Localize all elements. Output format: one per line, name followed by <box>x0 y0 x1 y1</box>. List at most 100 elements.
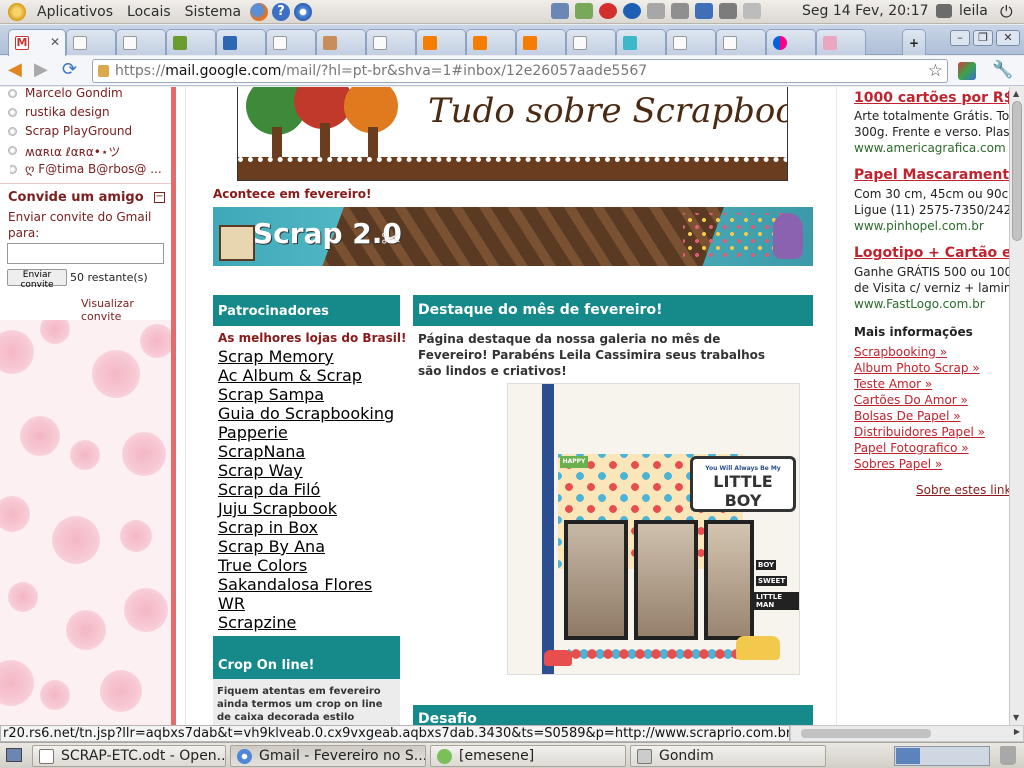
send-invite-button[interactable]: Enviar convite <box>7 269 67 290</box>
menu-sistema[interactable]: Sistema <box>178 4 248 20</box>
address-bar[interactable]: https://mail.google.com/mail/?hl=pt-br&s… <box>92 59 948 83</box>
chromium-launcher-icon[interactable] <box>294 2 313 21</box>
more-info-link[interactable]: Album Photo Scrap » <box>854 361 980 375</box>
scroll-down-icon[interactable]: ▼ <box>1013 713 1019 722</box>
taskbar-item-emesene[interactable]: [emesene] <box>430 745 626 767</box>
scroll-right-icon[interactable]: ▶ <box>1014 727 1020 736</box>
follower-item[interactable]: Scrap PlayGround <box>7 124 132 138</box>
sponsor-link[interactable]: Papperie <box>218 423 288 442</box>
maximize-window-button[interactable]: ❐ <box>973 30 993 46</box>
panel-username[interactable]: leila <box>959 3 988 19</box>
tab-site[interactable] <box>316 29 366 55</box>
wrench-menu-icon[interactable]: 🔧 <box>992 60 1013 80</box>
sponsor-link[interactable]: Ac Album & Scrap <box>218 366 362 385</box>
follower-item[interactable]: Marcelo Gondim <box>8 87 123 100</box>
sponsor-link[interactable]: True Colors <box>218 556 307 575</box>
invite-email-input[interactable] <box>7 243 164 264</box>
contacts-icon[interactable] <box>575 3 593 19</box>
sponsor-link[interactable]: Sakandalosa Flores <box>218 575 372 594</box>
sponsor-link[interactable]: Scrap By Ana <box>218 537 325 556</box>
more-info-link[interactable]: Teste Amor » <box>854 377 932 391</box>
ad-title[interactable]: Papel Mascaramento Br <box>854 167 1009 183</box>
scrollbar-thumb[interactable] <box>1012 101 1022 241</box>
sponsor-link[interactable]: Juju Scrapbook <box>218 499 337 518</box>
busy-status-icon[interactable] <box>599 3 617 19</box>
bookmark-star-icon[interactable]: ☆ <box>928 61 943 81</box>
sponsor-link[interactable]: Scrapzine <box>218 613 296 632</box>
collapse-icon[interactable]: − <box>154 192 165 203</box>
scroll-up-icon[interactable]: ▲ <box>1013 89 1019 98</box>
about-links-link[interactable]: Sobre estes link <box>916 483 1009 497</box>
tab-site[interactable] <box>216 29 266 55</box>
more-info-link[interactable]: Scrapbooking » <box>854 345 947 359</box>
horizontal-scrollbar[interactable]: ▶ <box>790 725 1024 742</box>
tab-page[interactable] <box>566 29 616 55</box>
close-tab-icon[interactable]: ✕ <box>50 35 60 49</box>
bluetooth-icon[interactable] <box>695 3 713 19</box>
ad-title[interactable]: Logotipo + Cartão em 2 <box>854 245 1009 261</box>
tab-site[interactable] <box>166 29 216 55</box>
sponsor-link[interactable]: Scrap Way <box>218 461 303 480</box>
tab-site[interactable] <box>816 29 866 55</box>
more-info-link[interactable]: Bolsas De Papel » <box>854 409 961 423</box>
sponsor-link[interactable]: Scrap da Filó <box>218 480 320 499</box>
sponsor-link[interactable]: Scrap Sampa <box>218 385 324 404</box>
close-window-button[interactable]: ✕ <box>996 30 1020 46</box>
volume-icon[interactable] <box>719 3 737 19</box>
more-info-link[interactable]: Cartões Do Amor » <box>854 393 968 407</box>
tab-blogger[interactable] <box>466 29 516 55</box>
back-icon[interactable]: ◀ <box>8 60 22 80</box>
menu-aplicativos[interactable]: Aplicativos <box>30 4 120 20</box>
sponsor-link[interactable]: Scrap in Box <box>218 518 318 537</box>
trash-icon[interactable] <box>1000 746 1016 765</box>
more-info-link[interactable]: Papel Fotografico » <box>854 441 969 455</box>
distro-logo-icon[interactable] <box>8 2 26 21</box>
firefox-launcher-icon[interactable] <box>250 2 269 21</box>
reload-icon[interactable]: ⟳ <box>62 60 77 80</box>
taskbar-item-gmail[interactable]: Gmail - Fevereiro no S... <box>230 745 426 767</box>
tab-gmail[interactable]: M ✕ <box>8 29 66 56</box>
tab-page[interactable] <box>66 29 116 55</box>
clipboard-icon[interactable] <box>647 3 665 19</box>
follower-item[interactable]: ღ F@tima B@rbos@ ... <box>10 162 168 176</box>
scrap-banner[interactable]: Scrap 2.0 ✂ <box>213 207 813 266</box>
workspace-switcher[interactable] <box>894 746 990 766</box>
ad-title[interactable]: 1000 cartões por R$ 69 <box>854 90 1009 106</box>
help-launcher-icon[interactable]: ? <box>272 2 291 21</box>
tab-page[interactable] <box>666 29 716 55</box>
network-status-icon[interactable] <box>551 3 569 19</box>
sponsor-link[interactable]: Guia do Scrapbooking <box>218 404 394 423</box>
hp-printer-icon[interactable] <box>623 3 641 19</box>
sponsor-link[interactable]: Scrap Memory <box>218 347 334 366</box>
show-desktop-icon[interactable] <box>6 748 22 762</box>
more-info-link[interactable]: Distribuidores Papel » <box>854 425 985 439</box>
minimize-window-button[interactable]: – <box>950 30 970 46</box>
tab-page[interactable] <box>366 29 416 55</box>
new-tab-button[interactable]: + <box>902 29 926 55</box>
taskbar-item-gondim[interactable]: Gondim <box>630 745 826 767</box>
featured-layout-image[interactable]: HAPPY You Will Always Be My LITTLE BOY B… <box>507 383 800 675</box>
menu-locais[interactable]: Locais <box>120 4 178 20</box>
hscroll-thumb[interactable] <box>801 729 931 738</box>
ad-url[interactable]: www.pinhopel.com.br <box>854 219 984 233</box>
follower-item[interactable]: ʍαʀɩα ℓαʀα•⋆ツ <box>7 143 120 160</box>
ad-url[interactable]: www.FastLogo.com.br <box>854 297 985 311</box>
page-scrollbar[interactable]: ▲ ▼ <box>1009 87 1024 725</box>
forward-icon[interactable]: ▶ <box>34 60 48 80</box>
tab-site[interactable] <box>616 29 666 55</box>
tab-blogger[interactable] <box>416 29 466 55</box>
mail-icon[interactable] <box>743 3 761 19</box>
more-info-link[interactable]: Sobres Papel » <box>854 457 942 471</box>
tab-page[interactable] <box>116 29 166 55</box>
panel-clock[interactable]: Seg 14 Fev, 20:17 <box>802 3 929 19</box>
extension-icon[interactable] <box>958 62 976 80</box>
power-icon[interactable]: ⏻ <box>1000 2 1013 22</box>
workspace-active[interactable] <box>896 748 920 764</box>
sponsor-link[interactable]: WR <box>218 594 245 613</box>
tab-flickr[interactable] <box>766 29 816 55</box>
sponsor-link[interactable]: ScrapNana <box>218 442 305 461</box>
ad-url[interactable]: www.americagrafica.com <box>854 141 1006 155</box>
follower-item[interactable]: rustika design <box>8 105 110 119</box>
taskbar-item-writer[interactable]: SCRAP-ETC.odt - Open... <box>32 745 226 767</box>
tab-blogger[interactable] <box>516 29 566 55</box>
